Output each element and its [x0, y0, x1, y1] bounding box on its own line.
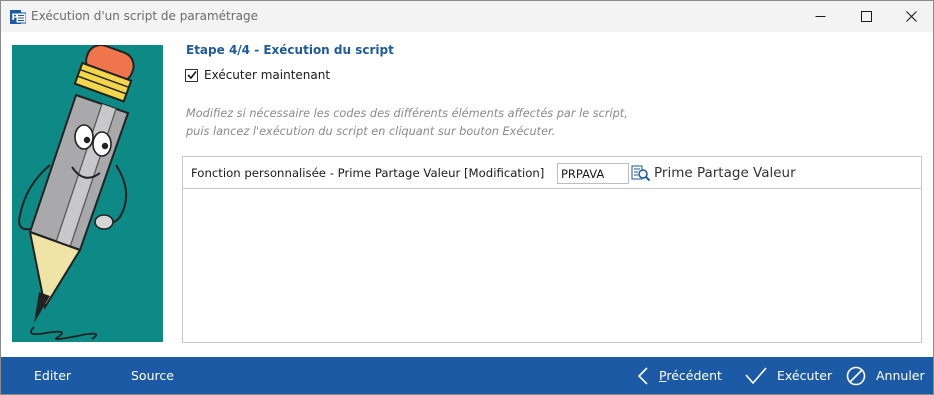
action-bar: Editer Source Précédent Exécuter Annuler	[1, 357, 933, 394]
checkmark-icon	[186, 71, 197, 80]
maximize-icon	[860, 11, 872, 22]
parameter-row: Fonction personnalisée - Prime Partage V…	[183, 157, 921, 189]
source-button[interactable]: Source	[131, 357, 174, 394]
instructions-line-1: Modifiez si nécessaire les codes des dif…	[186, 107, 628, 120]
run-now-label: Exécuter maintenant	[204, 68, 331, 82]
checkbox-box[interactable]	[185, 68, 198, 82]
close-icon	[905, 11, 917, 22]
cancel-button-label: Annuler	[876, 368, 925, 383]
dialog-window: P Exécution d'un script de paramétrage E…	[0, 0, 934, 395]
app-icon: P	[10, 10, 26, 24]
title-bar[interactable]: P Exécution d'un script de paramétrage	[1, 1, 933, 32]
maximize-button[interactable]	[843, 1, 889, 32]
pencil-mascot-image	[12, 45, 163, 342]
pencil-mascot	[18, 45, 135, 340]
minimize-button[interactable]	[797, 1, 843, 32]
cancel-button[interactable]: Annuler	[846, 357, 925, 394]
code-input[interactable]	[557, 163, 629, 184]
close-button[interactable]	[888, 1, 934, 32]
execute-button-label: Exécuter	[777, 368, 833, 383]
previous-button-label: Précédent	[659, 368, 722, 383]
edit-button[interactable]: Editer	[34, 357, 71, 394]
cancel-circle-icon	[846, 366, 866, 385]
edit-button-label: Editer	[34, 368, 72, 383]
checkmark-icon	[745, 366, 767, 384]
parameter-label: Fonction personnalisée - Prime Partage V…	[191, 166, 545, 180]
minimize-icon	[815, 16, 825, 17]
step-title: Etape 4/4 - Exécution du script	[186, 43, 394, 57]
svg-text:P: P	[12, 13, 19, 23]
source-button-label: Source	[131, 368, 174, 383]
resolved-name: Prime Partage Valeur	[654, 165, 796, 181]
window-title: Exécution d'un script de paramétrage	[31, 9, 259, 23]
execute-button[interactable]: Exécuter	[745, 357, 832, 394]
instructions-line-2: puis lancez l'exécution du script en cli…	[186, 125, 556, 138]
parameters-panel: Fonction personnalisée - Prime Partage V…	[182, 156, 922, 343]
lookup-icon[interactable]	[631, 164, 651, 183]
instructions-text: Modifiez si nécessaire les codes des dif…	[186, 105, 628, 141]
previous-button[interactable]: Précédent	[637, 357, 722, 394]
run-now-checkbox[interactable]: Exécuter maintenant	[185, 68, 330, 82]
chevron-left-icon	[637, 366, 648, 385]
